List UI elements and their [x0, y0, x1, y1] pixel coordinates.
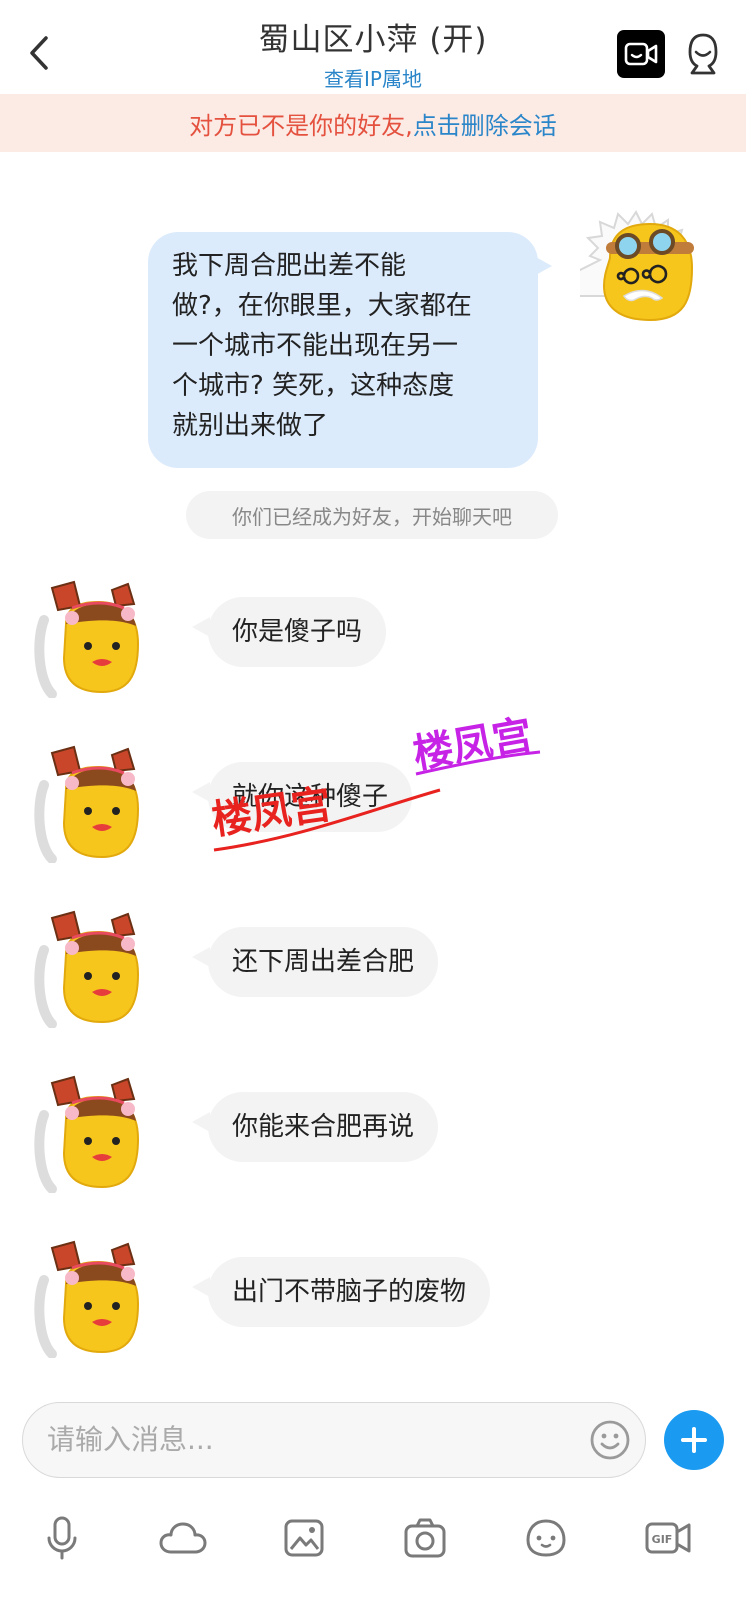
- message-line: 一个城市不能出现在另一: [172, 331, 459, 361]
- bubble-tail: [192, 617, 210, 637]
- bubble-tail: [192, 1112, 210, 1132]
- contact-avatar[interactable]: [30, 910, 150, 1028]
- chat-header: 蜀山区小萍 (开) 查看IP属地: [0, 0, 746, 94]
- contact-avatar[interactable]: [30, 745, 150, 863]
- message-text: 出门不带脑子的废物: [232, 1277, 467, 1307]
- svg-text:GIF: GIF: [652, 1533, 673, 1546]
- outgoing-message-bubble[interactable]: 我下周合肥出差不能 做?，在你眼里，大家都在 一个城市不能出现在另一 个城市? …: [148, 232, 552, 468]
- bubble-tail: [192, 782, 210, 802]
- camera-button[interactable]: [397, 1510, 453, 1566]
- message-text: 你能来合肥再说: [232, 1112, 415, 1142]
- contact-avatar[interactable]: [30, 1075, 150, 1193]
- message-text: 你是傻子吗: [232, 617, 363, 647]
- cloud-button[interactable]: [155, 1510, 211, 1566]
- incoming-message-bubble[interactable]: 你是傻子吗: [192, 597, 387, 667]
- watermark-text: 楼凤宫: [410, 712, 536, 778]
- sticker-button[interactable]: [518, 1510, 574, 1566]
- camera-icon: [404, 1518, 446, 1558]
- cloud-icon: [159, 1522, 207, 1554]
- incoming-message-bubble[interactable]: 你能来合肥再说: [192, 1092, 439, 1162]
- bubble-tail: [534, 256, 552, 276]
- image-icon: [284, 1519, 324, 1557]
- incoming-message-bubble[interactable]: 出门不带脑子的废物: [192, 1257, 491, 1327]
- message-line: 做?，在你眼里，大家都在: [172, 291, 472, 321]
- contact-avatar[interactable]: [30, 1240, 150, 1358]
- gif-icon: GIF: [645, 1522, 691, 1554]
- message-input[interactable]: [47, 1403, 587, 1476]
- incoming-message-bubble[interactable]: 就你这种傻子: [192, 762, 413, 832]
- sticker-face-icon: [526, 1519, 566, 1557]
- voice-button[interactable]: [34, 1510, 90, 1566]
- delete-conversation-link[interactable]: 点击删除会话: [413, 106, 557, 141]
- plus-icon: [681, 1427, 707, 1453]
- contact-profile-icon: [688, 33, 718, 75]
- video-call-icon: [624, 42, 658, 66]
- message-text: 还下周出差合肥: [232, 947, 415, 977]
- message-line: 就别出来做了: [172, 411, 329, 441]
- incoming-message-bubble[interactable]: 还下周出差合肥: [192, 927, 439, 997]
- photo-button[interactable]: [276, 1510, 332, 1566]
- gif-button[interactable]: GIF: [640, 1510, 696, 1566]
- message-composer: [22, 1402, 646, 1478]
- bubble-tail: [192, 1277, 210, 1297]
- video-call-button[interactable]: [617, 30, 665, 78]
- smiley-icon[interactable]: [589, 1419, 631, 1461]
- add-button[interactable]: [664, 1410, 724, 1470]
- self-avatar[interactable]: [580, 200, 720, 335]
- message-text: 就你这种傻子: [232, 782, 389, 812]
- microphone-icon: [47, 1516, 77, 1560]
- bubble-tail: [192, 947, 210, 967]
- contact-profile-button[interactable]: [680, 30, 726, 78]
- system-message: 你们已经成为好友，开始聊天吧: [186, 491, 558, 539]
- notice-text: 对方已不是你的好友,: [189, 111, 413, 140]
- not-friend-notice: 对方已不是你的好友, 点击删除会话: [0, 94, 746, 152]
- contact-avatar[interactable]: [30, 580, 150, 698]
- message-line: 我下周合肥出差不能: [172, 251, 407, 281]
- message-line: 个城市? 笑死，这种态度: [172, 371, 455, 401]
- input-toolbar: GIF: [0, 1510, 746, 1582]
